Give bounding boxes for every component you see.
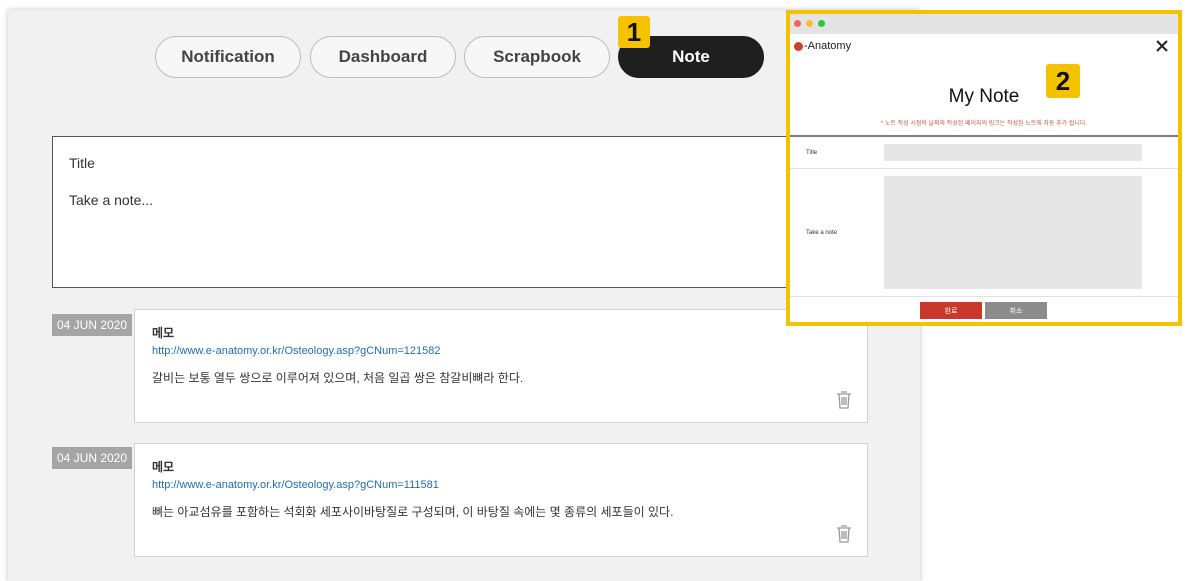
row-separator bbox=[790, 296, 1178, 297]
app-logo-text: -Anatomy bbox=[804, 40, 852, 52]
modal-divider bbox=[790, 135, 1178, 137]
step-badge-1: 1 bbox=[618, 16, 650, 48]
cancel-button[interactable]: 취소 bbox=[985, 302, 1047, 319]
window-close-dot[interactable] bbox=[794, 20, 801, 27]
window-zoom-dot[interactable] bbox=[818, 20, 825, 27]
note-card-title: 메모 bbox=[152, 460, 175, 474]
title-field[interactable] bbox=[884, 144, 1142, 161]
note-textarea[interactable] bbox=[884, 176, 1142, 289]
note-card-link[interactable]: http://www.e-anatomy.or.kr/Osteology.asp… bbox=[152, 345, 441, 357]
tab-scrapbook[interactable]: Scrapbook bbox=[464, 36, 610, 78]
note-date-badge: 04 JUN 2020 bbox=[52, 314, 132, 336]
app-logo: -Anatomy bbox=[794, 40, 851, 52]
note-title-placeholder[interactable]: Title bbox=[69, 155, 95, 171]
note-date-badge: 04 JUN 2020 bbox=[52, 447, 132, 469]
modal-heading: My Note bbox=[948, 86, 1020, 107]
confirm-button[interactable]: 완료 bbox=[920, 302, 982, 319]
note-card: 메모 http://www.e-anatomy.or.kr/Osteology.… bbox=[134, 309, 868, 423]
my-note-modal: -Anatomy 2 My Note * 노트 작성 시점의 날짜와 작성된 페… bbox=[786, 10, 1182, 326]
window-minimize-dot[interactable] bbox=[806, 20, 813, 27]
title-label: Title bbox=[806, 150, 818, 156]
note-page: Notification Dashboard Scrapbook Note 1 … bbox=[8, 10, 920, 581]
app-logo-icon bbox=[794, 41, 803, 51]
note-card-link[interactable]: http://www.e-anatomy.or.kr/Osteology.asp… bbox=[152, 479, 439, 491]
trash-icon[interactable] bbox=[835, 390, 853, 410]
tab-dashboard[interactable]: Dashboard bbox=[310, 36, 456, 78]
note-label: Take a note bbox=[806, 230, 838, 236]
note-input-box[interactable]: Title Take a note... bbox=[52, 136, 814, 288]
note-card-text: 갈비는 보통 열두 쌍으로 이루어져 있으며, 처음 일곱 쌍은 참갈비뼈라 한… bbox=[152, 371, 524, 385]
note-card-title: 메모 bbox=[152, 326, 175, 340]
trash-icon[interactable] bbox=[835, 524, 853, 544]
note-body-placeholder[interactable]: Take a note... bbox=[69, 192, 153, 208]
window-title-bar bbox=[790, 14, 1178, 34]
note-card-text: 뼈는 아교섬유를 포함하는 석회화 세포사이바탕질로 구성되며, 이 바탕질 속… bbox=[152, 505, 674, 519]
note-card: 메모 http://www.e-anatomy.or.kr/Osteology.… bbox=[134, 443, 868, 557]
close-icon[interactable] bbox=[1152, 36, 1172, 56]
row-separator bbox=[790, 168, 1178, 169]
modal-hint: * 노트 작성 시점의 날짜와 작성된 페이지의 링크는 작성된 노트에 자동 … bbox=[880, 121, 1088, 127]
tab-notification[interactable]: Notification bbox=[155, 36, 301, 78]
